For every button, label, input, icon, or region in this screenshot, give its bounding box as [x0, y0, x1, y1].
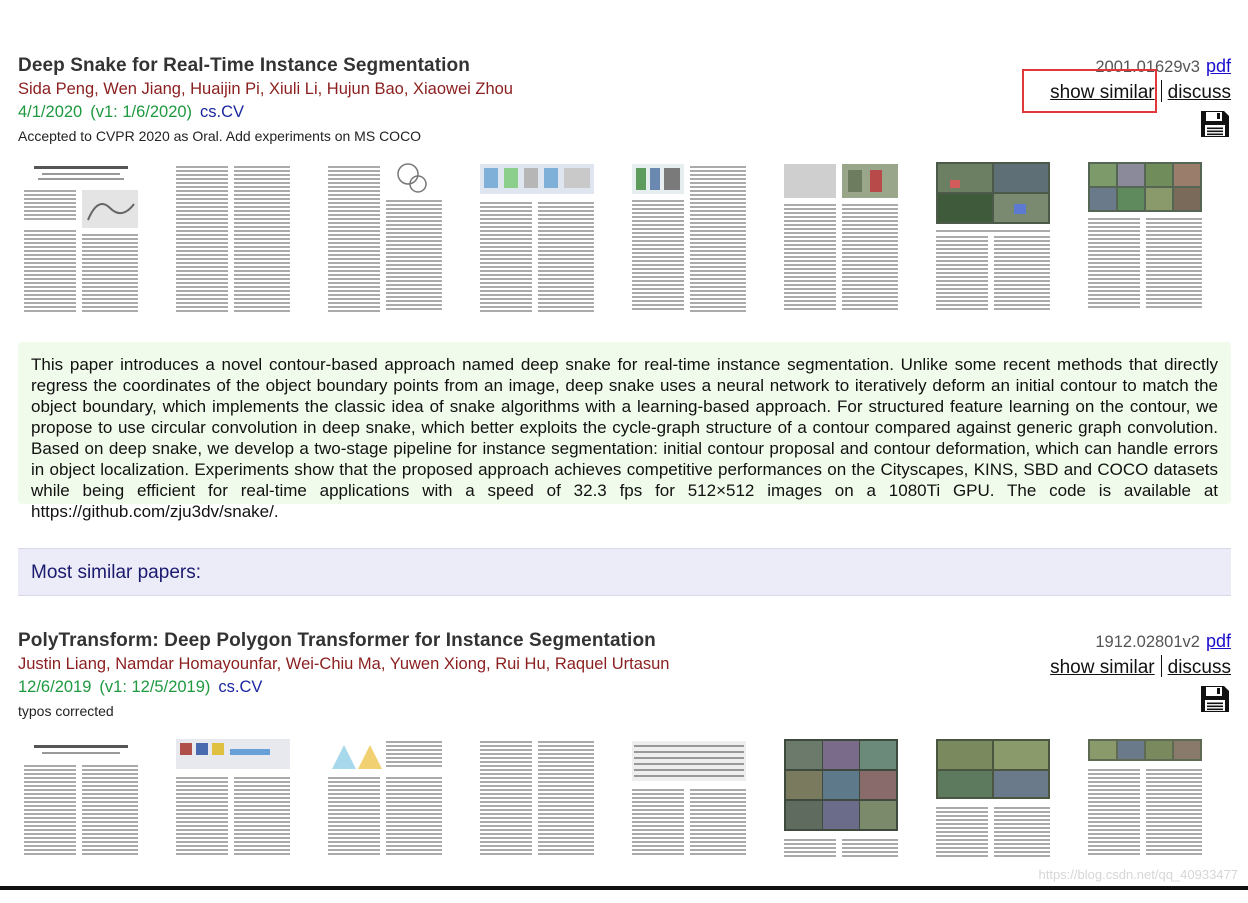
- page-thumbnail[interactable]: [474, 160, 600, 326]
- page-thumbnail[interactable]: [930, 160, 1056, 326]
- arxiv-id: 1912.02801v2: [1095, 633, 1200, 651]
- paper-comment: Accepted to CVPR 2020 as Oral. Add exper…: [18, 128, 422, 144]
- page-thumbnail[interactable]: [626, 160, 752, 326]
- paper-v1-date: (v1: 12/5/2019): [99, 678, 211, 696]
- page-thumbnail[interactable]: [322, 160, 448, 326]
- link-separator: [1160, 80, 1162, 102]
- bottom-edge: [0, 886, 1248, 890]
- paper-category[interactable]: cs.CV: [218, 678, 262, 696]
- pdf-link[interactable]: pdf: [1206, 56, 1231, 76]
- page-thumbnail[interactable]: [322, 735, 448, 901]
- show-similar-link[interactable]: show similar: [1050, 657, 1155, 678]
- paper-date: 12/6/2019: [18, 678, 92, 696]
- discuss-link[interactable]: discuss: [1168, 657, 1231, 678]
- save-icon[interactable]: [1199, 109, 1231, 144]
- paper-entry: PolyTransform: Deep Polygon Transformer …: [18, 629, 1231, 901]
- page-thumbnail[interactable]: [778, 160, 904, 326]
- save-icon[interactable]: [1199, 684, 1231, 719]
- page-thumbnail[interactable]: [930, 735, 1056, 901]
- page-thumbnail[interactable]: [18, 735, 144, 901]
- paper-authors[interactable]: Justin Liang, Namdar Homayounfar, Wei-Ch…: [18, 653, 1231, 676]
- similar-papers-header: Most similar papers:: [18, 548, 1231, 596]
- discuss-link[interactable]: discuss: [1168, 82, 1231, 103]
- paper-abstract: This paper introduces a novel contour-ba…: [18, 342, 1231, 521]
- pdf-link[interactable]: pdf: [1206, 631, 1231, 651]
- link-separator: [1160, 655, 1162, 677]
- paper-v1-date: (v1: 1/6/2020): [90, 103, 193, 121]
- paper-comment: typos corrected: [18, 703, 114, 719]
- watermark-text: https://blog.csdn.net/qq_40933477: [1038, 867, 1239, 882]
- page-thumbnail[interactable]: [1082, 160, 1208, 326]
- page-thumbnail[interactable]: [778, 735, 904, 901]
- similar-papers-label: Most similar papers:: [31, 562, 201, 583]
- page-thumbnail[interactable]: [474, 735, 600, 901]
- paper-dates: 12/6/2019 (v1: 12/5/2019) cs.CV: [18, 676, 1231, 699]
- page-thumbnail[interactable]: [18, 160, 144, 326]
- page-thumbnail[interactable]: [626, 735, 752, 901]
- page-thumbnail[interactable]: [170, 160, 296, 326]
- paper-actions: 1912.02801v2 pdf show similar discuss: [1050, 629, 1231, 719]
- paper-date: 4/1/2020: [18, 103, 83, 121]
- paper-category[interactable]: cs.CV: [200, 103, 244, 121]
- paper-title[interactable]: PolyTransform: Deep Polygon Transformer …: [18, 629, 1231, 653]
- page-thumbnail[interactable]: [170, 735, 296, 901]
- highlight-annotation: [1022, 69, 1157, 113]
- page-thumbnails[interactable]: [18, 160, 1231, 328]
